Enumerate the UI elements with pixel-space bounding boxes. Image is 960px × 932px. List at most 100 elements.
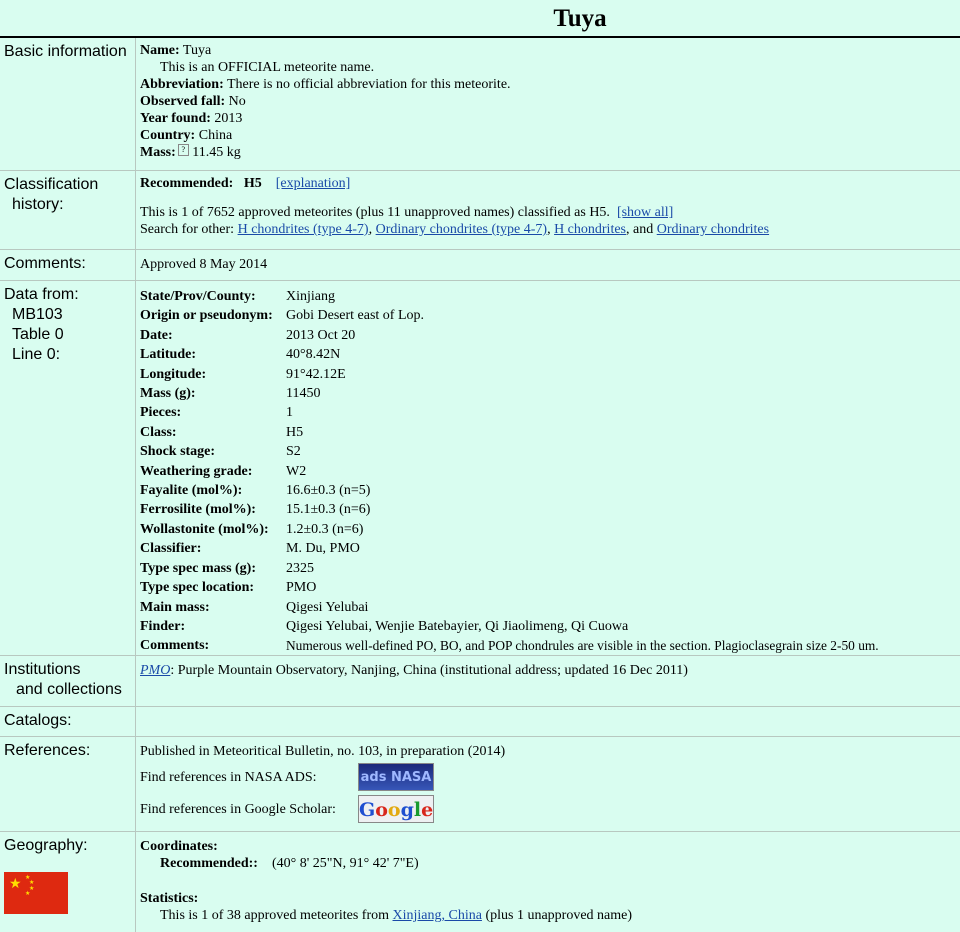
field-key: Latitude: bbox=[140, 347, 196, 363]
field-value: PMO bbox=[286, 580, 317, 596]
institutions-values: PMO: Purple Mountain Observatory, Nanjin… bbox=[136, 656, 960, 706]
field-row: State/Prov/County: Xinjiang bbox=[140, 287, 960, 306]
name-value: Tuya bbox=[182, 43, 212, 58]
field-key: Shock stage: bbox=[140, 444, 216, 460]
institutions-row: Institutions and collections PMO: Purple… bbox=[0, 656, 960, 707]
field-key: Ferrosilite (mol%): bbox=[140, 502, 256, 518]
field-value: 2013 Oct 20 bbox=[286, 327, 356, 343]
field-key: Comments: bbox=[140, 638, 210, 654]
field-row: Finder: Qigesi Yelubai, Wenjie Batebayier… bbox=[140, 617, 960, 636]
xinjiang-china-link[interactable]: Xinjiang, China bbox=[393, 908, 482, 923]
data-from-row: Data from: MB103 Table 0 Line 0: State/P… bbox=[0, 281, 960, 656]
data-from-label-line3: Table 0 bbox=[12, 326, 64, 343]
field-key: Weathering grade: bbox=[140, 463, 253, 479]
field-row: Comments: Numerous well-defined PO, BO, a… bbox=[140, 636, 960, 655]
field-row: Fayalite (mol%): 16.6±0.3 (n=5) bbox=[140, 481, 960, 500]
official-note: This is an OFFICIAL meteorite name. bbox=[160, 60, 375, 75]
institutions-label-line2: and collections bbox=[16, 681, 122, 698]
observed-fall-value: No bbox=[228, 94, 246, 109]
field-row: Date: 2013 Oct 20 bbox=[140, 326, 960, 345]
data-from-label-line1: Data from: bbox=[4, 286, 79, 303]
field-value: 40°8.42N bbox=[286, 347, 341, 363]
recommended-class: H5 bbox=[243, 176, 262, 191]
field-value: 91°42.12E bbox=[286, 366, 346, 382]
field-value: M. Du, PMO bbox=[286, 541, 360, 557]
search-link-ordinary-chondrites-type[interactable]: Ordinary chondrites (type 4-7) bbox=[376, 222, 547, 237]
field-value: Qigesi Yelubai, Wenjie Batebayier, Qi Ji… bbox=[286, 618, 629, 634]
google-scholar-ref: Find references in Google Scholar: Googl… bbox=[140, 795, 960, 823]
basic-info-row: Basic information Name: Tuya This is an … bbox=[0, 38, 960, 171]
field-key: Main mass: bbox=[140, 599, 210, 615]
google-scholar-logo-button[interactable]: Google bbox=[358, 795, 434, 823]
field-key: Type spec location: bbox=[140, 580, 255, 596]
comments-label: Comments: bbox=[0, 250, 136, 280]
mass-key: Mass: bbox=[140, 145, 176, 160]
search-prefix: Search for other: bbox=[140, 222, 235, 237]
recommended-key: Recommended: bbox=[140, 176, 234, 191]
search-link-ordinary-chondrites[interactable]: Ordinary chondrites bbox=[657, 222, 769, 237]
geography-row: Geography: ★ ★ ★ ★ ★ Coordinates: Recomm… bbox=[0, 832, 960, 932]
geography-values: Coordinates: Recommended:: (40° 8' 25"N,… bbox=[136, 832, 960, 932]
data-from-label: Data from: MB103 Table 0 Line 0: bbox=[0, 281, 136, 655]
classification-label-line2: history: bbox=[12, 196, 64, 213]
field-row: Class: H5 bbox=[140, 423, 960, 442]
show-all-link[interactable]: [show all] bbox=[617, 205, 673, 220]
field-row: Type spec location: PMO bbox=[140, 578, 960, 597]
field-key: Longitude: bbox=[140, 366, 207, 382]
field-value: Qigesi Yelubai bbox=[286, 599, 369, 615]
field-value: S2 bbox=[286, 444, 301, 460]
field-value: 15.1±0.3 (n=6) bbox=[286, 502, 371, 518]
field-value: 11450 bbox=[286, 386, 321, 402]
field-key: Pieces: bbox=[140, 405, 182, 421]
china-flag-icon: ★ ★ ★ ★ ★ bbox=[4, 872, 68, 914]
separator: , bbox=[547, 222, 551, 237]
logo-letter: G bbox=[359, 799, 376, 821]
catalogs-label: Catalogs: bbox=[0, 707, 136, 736]
nasa-ads-logo-button[interactable]: ads NASA bbox=[358, 763, 434, 791]
classification-row: Classification history: Recommended: H5 … bbox=[0, 171, 960, 250]
field-row: Latitude: 40°8.42N bbox=[140, 345, 960, 364]
field-row: Main mass: Qigesi Yelubai bbox=[140, 598, 960, 617]
field-key: Origin or pseudonym: bbox=[140, 308, 273, 324]
logo-letter: o bbox=[387, 799, 401, 821]
field-value: Gobi Desert east of Lop. bbox=[286, 308, 425, 324]
classification-values: Recommended: H5 [explanation] This is 1 … bbox=[136, 171, 960, 249]
abbreviation-value: There is no official abbreviation for th… bbox=[227, 77, 511, 92]
pmo-link[interactable]: PMO bbox=[140, 663, 170, 678]
mass-value: 11.45 kg bbox=[192, 145, 241, 160]
separator: , bbox=[368, 222, 373, 237]
recommended-coords-key: Recommended:: bbox=[160, 856, 258, 871]
field-value: W2 bbox=[286, 463, 307, 479]
year-found-key: Year found: bbox=[140, 111, 211, 126]
abbreviation-key: Abbreviation: bbox=[140, 77, 224, 92]
statistics-suffix: (plus 1 unapproved name) bbox=[485, 908, 633, 923]
search-link-h-chondrites-type[interactable]: H chondrites (type 4-7) bbox=[238, 222, 369, 237]
catalogs-row: Catalogs: bbox=[0, 707, 960, 737]
geography-label: Geography: bbox=[4, 837, 88, 854]
field-key: Type spec mass (g): bbox=[140, 560, 257, 576]
field-key: State/Prov/County: bbox=[140, 289, 256, 304]
name-key: Name: bbox=[140, 43, 180, 58]
classification-label-line1: Classification bbox=[4, 176, 99, 193]
geography-label-cell: Geography: ★ ★ ★ ★ ★ bbox=[0, 832, 136, 932]
statistics-key: Statistics: bbox=[140, 891, 199, 906]
references-values: Published in Meteoritical Bulletin, no. … bbox=[136, 737, 960, 831]
field-row: Wollastonite (mol%): 1.2±0.3 (n=6) bbox=[140, 520, 960, 539]
search-link-h-chondrites[interactable]: H chondrites bbox=[554, 222, 626, 237]
field-value: 2325 bbox=[286, 560, 314, 576]
explanation-link[interactable]: [explanation] bbox=[276, 176, 351, 191]
basic-info-values: Name: Tuya This is an OFFICIAL meteorite… bbox=[136, 38, 960, 170]
mass-help-icon[interactable]: ? bbox=[177, 144, 189, 156]
field-key: Class: bbox=[140, 424, 177, 440]
field-value: 1 bbox=[286, 405, 293, 421]
logo-letter: g bbox=[400, 799, 414, 821]
field-row: Shock stage: S2 bbox=[140, 442, 960, 461]
nasa-ads-text: Find references in NASA ADS: bbox=[140, 769, 317, 785]
field-row: Longitude: 91°42.12E bbox=[140, 365, 960, 384]
references-label: References: bbox=[0, 737, 136, 831]
field-value: 1.2±0.3 (n=6) bbox=[286, 521, 364, 537]
data-from-label-line2: MB103 bbox=[12, 306, 63, 323]
references-row: References: Published in Meteoritical Bu… bbox=[0, 737, 960, 832]
google-scholar-text: Find references in Google Scholar: bbox=[140, 801, 336, 817]
data-from-values: State/Prov/County: Xinjiang Origin or pse… bbox=[136, 281, 960, 655]
